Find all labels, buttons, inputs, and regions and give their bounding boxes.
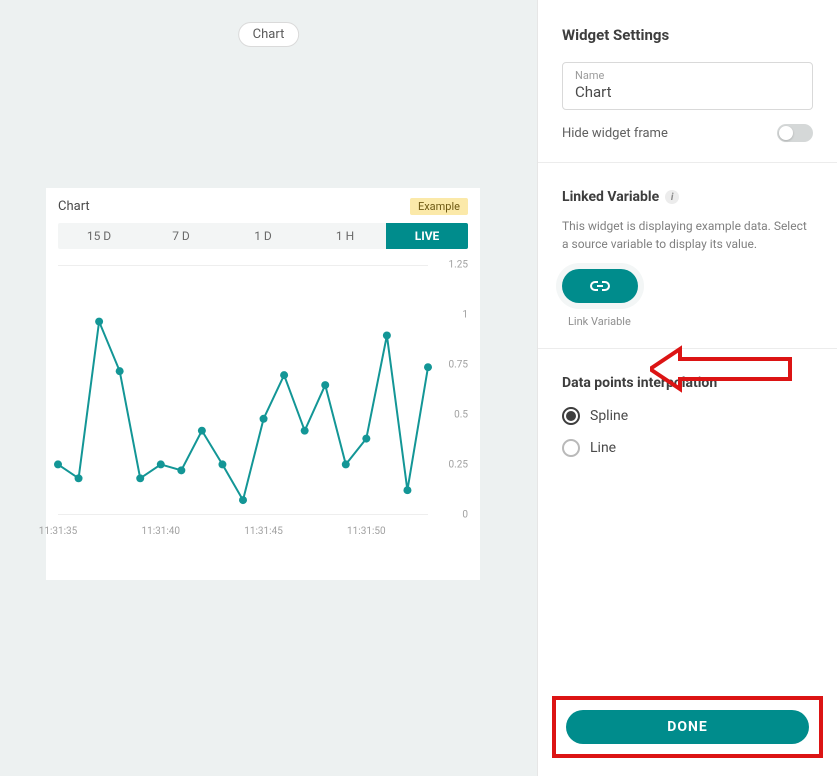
radio-spline[interactable]: Spline [562,407,813,425]
hide-frame-label: Hide widget frame [562,126,668,141]
y-tick: 1 [462,310,468,321]
arrow-annotation [650,344,800,394]
x-tick: 11:31:50 [347,526,386,537]
x-tick: 11:31:40 [141,526,180,537]
radio-label: Line [590,440,616,456]
radio-line[interactable]: Line [562,439,813,457]
time-range-tabs: 15 D7 D1 D1 HLIVE [58,223,468,249]
y-tick: 0 [462,510,468,521]
x-tick: 11:31:45 [244,526,283,537]
range-tab-1d[interactable]: 1 D [222,223,304,249]
x-tick: 11:31:35 [39,526,78,537]
y-tick: 0.25 [449,460,469,471]
linked-variable-heading: Linked Variable [562,189,659,205]
hide-frame-toggle[interactable] [777,124,813,142]
name-field-wrap[interactable]: Name [562,62,813,110]
chart-plot: 00.250.50.7511.25 11:31:3511:31:4011:31:… [58,255,468,555]
range-tab-live[interactable]: LIVE [386,223,468,249]
y-tick: 0.5 [454,410,468,421]
link-variable-button[interactable] [562,269,638,303]
name-label: Name [575,69,800,82]
example-badge: Example [410,198,468,215]
chart-title: Chart [58,199,90,214]
preview-panel: Chart Chart Example 15 D7 D1 D1 HLIVE 0 0… [0,0,537,776]
settings-heading: Widget Settings [562,26,813,44]
linked-variable-hint: This widget is displaying example data. … [562,217,813,253]
name-input[interactable] [575,83,800,101]
chart-widget-card: Chart Example 15 D7 D1 D1 HLIVE 0 0.25 0.5… [46,188,480,580]
range-tab-7d[interactable]: 7 D [140,223,222,249]
link-variable-caption: Link Variable [568,315,631,328]
y-tick: 0.75 [449,360,469,371]
y-tick: 1.25 [449,260,469,271]
range-tab-15d[interactable]: 15 D [58,223,140,249]
interpolation-radio-group: Spline Line [562,407,813,457]
link-icon [589,279,611,293]
range-tab-1h[interactable]: 1 H [304,223,386,249]
widget-type-pill: Chart [238,22,300,47]
info-icon[interactable]: i [665,190,679,204]
done-button[interactable]: DONE [566,710,809,744]
radio-label: Spline [590,408,628,424]
done-highlight-box: DONE [552,696,823,758]
